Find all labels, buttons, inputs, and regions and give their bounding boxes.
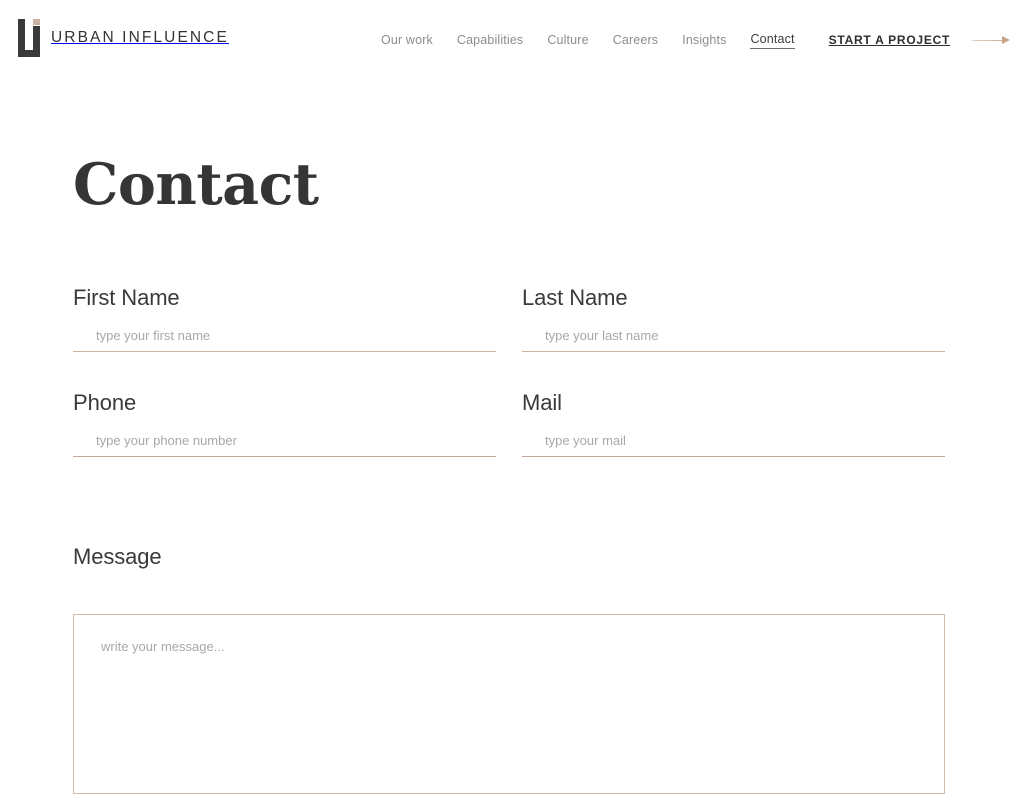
page-title: Contact <box>73 151 319 218</box>
message-textarea[interactable] <box>73 614 945 794</box>
field-label-first-name: First Name <box>73 285 180 310</box>
field-last-name: Last Name <box>522 285 945 352</box>
start-a-project-button[interactable]: START A PROJECT <box>829 33 950 47</box>
nav-item-insights[interactable]: Insights <box>682 33 726 47</box>
first-name-input[interactable] <box>73 328 496 352</box>
nav-item-culture[interactable]: Culture <box>547 33 588 47</box>
last-name-input[interactable] <box>522 328 945 352</box>
field-first-name: First Name <box>73 285 496 352</box>
nav-item-capabilities[interactable]: Capabilities <box>457 33 523 47</box>
phone-input[interactable] <box>73 433 496 457</box>
field-label-phone: Phone <box>73 390 137 415</box>
field-message: Message <box>73 544 945 794</box>
site-header: URBAN INFLUENCE Our work Capabilities Cu… <box>0 0 1024 76</box>
brand-wordmark: URBAN INFLUENCE <box>51 29 229 46</box>
mail-input[interactable] <box>522 433 945 457</box>
field-label-last-name: Last Name <box>522 285 628 310</box>
field-phone: Phone <box>73 390 496 457</box>
nav-item-our-work[interactable]: Our work <box>381 33 433 47</box>
field-label-mail: Mail <box>522 390 562 415</box>
field-label-message: Message <box>73 544 162 569</box>
form-row-contact: Phone Mail <box>73 390 945 457</box>
primary-navigation: Our work Capabilities Culture Careers In… <box>381 31 1012 49</box>
brand-logo-link[interactable]: URBAN INFLUENCE <box>18 19 229 57</box>
nav-item-contact[interactable]: Contact <box>750 32 795 49</box>
arrow-right-icon[interactable] <box>972 35 1012 45</box>
contact-page: URBAN INFLUENCE Our work Capabilities Cu… <box>0 0 1024 812</box>
field-mail: Mail <box>522 390 945 457</box>
form-row-name: First Name Last Name <box>73 285 945 352</box>
nav-item-careers[interactable]: Careers <box>613 33 659 47</box>
contact-form: First Name Last Name Phone Mail <box>73 285 945 457</box>
urban-influence-u-monogram-icon <box>18 19 40 57</box>
